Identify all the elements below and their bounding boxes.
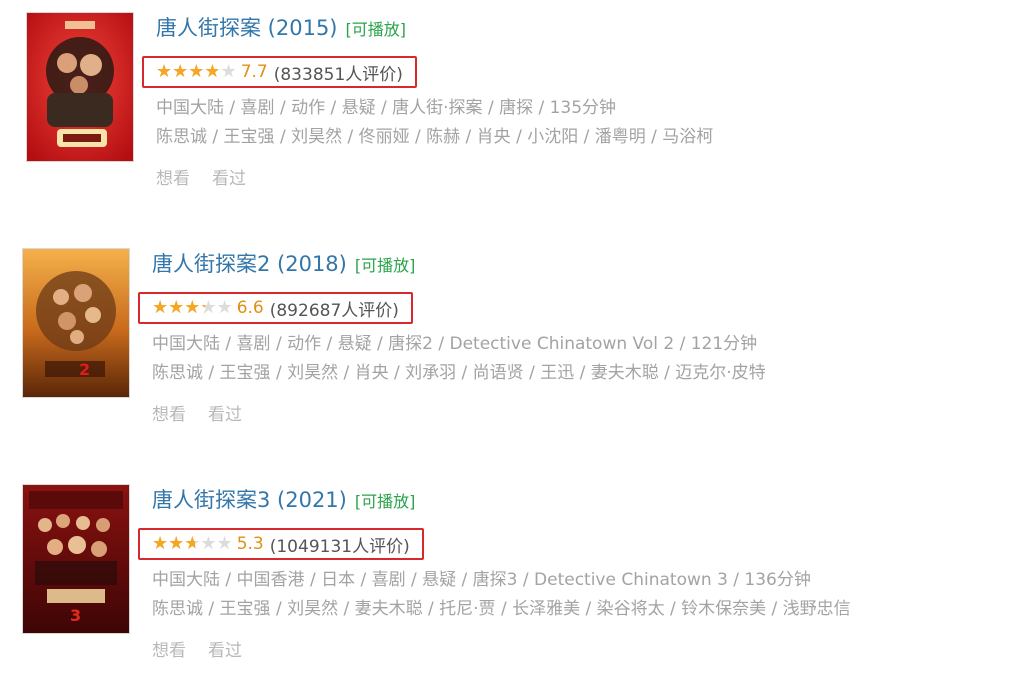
movie-poster[interactable]: 3 [22,484,130,634]
rating-stars-icon: ★★★★★ ★★★★★ [156,61,237,82]
poster-image [27,13,133,161]
movie-cast: 陈思诚 / 王宝强 / 刘昊然 / 妻夫木聪 / 托尼·贾 / 长泽雅美 / 染… [152,599,851,619]
rating-stars-fill: ★★★★★ [156,63,219,81]
rating-score: 6.6 [236,298,264,318]
movie-actions: 想看 看过 [152,636,851,661]
movie-poster[interactable]: 2 [22,248,130,398]
rating-stars-icon: ★★★★★ ★★★★★ [152,533,233,554]
rating-score: 7.7 [240,62,268,82]
movie-actions: 想看 看过 [152,400,766,425]
title-row: 唐人街探案 (2015) [可播放] [156,12,713,44]
movie-info: 唐人街探案2 (2018) [可播放] ★★★★★ ★★★★★ 6.6 (8926… [138,248,766,425]
playable-badge[interactable]: [可播放] [355,256,416,275]
want-to-watch-button[interactable]: 想看 [152,405,186,425]
movie-title-link[interactable]: 唐人街探案3 (2021) [152,488,347,512]
rating-votes[interactable]: (1049131人评价) [270,532,410,557]
movie-item: 2 唐人街探案2 (2018) [可播放] ★★★★★ ★★★★★ 6.6 (89… [0,236,1020,436]
want-to-watch-button[interactable]: 想看 [152,641,186,661]
movie-poster[interactable] [26,12,134,162]
movie-title-link[interactable]: 唐人街探案 (2015) [156,16,338,40]
rating-votes[interactable]: (892687人评价) [270,296,399,321]
movie-title-link[interactable]: 唐人街探案2 (2018) [152,252,347,276]
movie-meta: 中国大陆 / 喜剧 / 动作 / 悬疑 / 唐人街·探案 / 唐探 / 135分… [156,98,617,118]
movie-actions: 想看 看过 [156,164,713,189]
title-row: 唐人街探案3 (2021) [可播放] [152,484,851,516]
movie-cast: 陈思诚 / 王宝强 / 刘昊然 / 肖央 / 刘承羽 / 尚语贤 / 王迅 / … [152,363,766,383]
movie-meta: 中国大陆 / 中国香港 / 日本 / 喜剧 / 悬疑 / 唐探3 / Detec… [152,570,811,590]
rating-highlight-box: ★★★★★ ★★★★★ 5.3 (1049131人评价) [138,528,424,560]
rating-stars-icon: ★★★★★ ★★★★★ [152,297,233,318]
playable-badge[interactable]: [可播放] [355,492,416,511]
playable-badge[interactable]: [可播放] [346,20,407,39]
watched-button[interactable]: 看过 [208,641,242,661]
movie-info: 唐人街探案 (2015) [可播放] ★★★★★ ★★★★★ 7.7 (83385… [142,12,714,189]
movie-meta: 中国大陆 / 喜剧 / 动作 / 悬疑 / 唐探2 / Detective Ch… [152,334,758,354]
poster-image: 2 [23,249,129,397]
movie-info: 唐人街探案3 (2021) [可播放] ★★★★★ ★★★★★ 5.3 (1049… [138,484,851,661]
watched-button[interactable]: 看过 [212,169,246,189]
movie-cast: 陈思诚 / 王宝强 / 刘昊然 / 佟丽娅 / 陈赫 / 肖央 / 小沈阳 / … [156,127,714,147]
rating-stars-fill: ★★★★★ [152,535,195,553]
rating-highlight-box: ★★★★★ ★★★★★ 7.7 (833851人评价) [142,56,417,88]
watched-button[interactable]: 看过 [208,405,242,425]
rating-score: 5.3 [236,534,264,554]
rating-stars-fill: ★★★★★ [152,299,205,317]
movie-item: 唐人街探案 (2015) [可播放] ★★★★★ ★★★★★ 7.7 (83385… [0,0,1020,200]
svg-text:2: 2 [79,360,90,379]
rating-highlight-box: ★★★★★ ★★★★★ 6.6 (892687人评价) [138,292,413,324]
poster-image: 3 [23,485,129,633]
svg-text:3: 3 [70,606,81,625]
movie-item: 3 唐人街探案3 (2021) [可播放] ★★★★★ ★★★★★ 5.3 (10… [0,472,1020,672]
want-to-watch-button[interactable]: 想看 [156,169,190,189]
rating-votes[interactable]: (833851人评价) [274,60,403,85]
title-row: 唐人街探案2 (2018) [可播放] [152,248,766,280]
